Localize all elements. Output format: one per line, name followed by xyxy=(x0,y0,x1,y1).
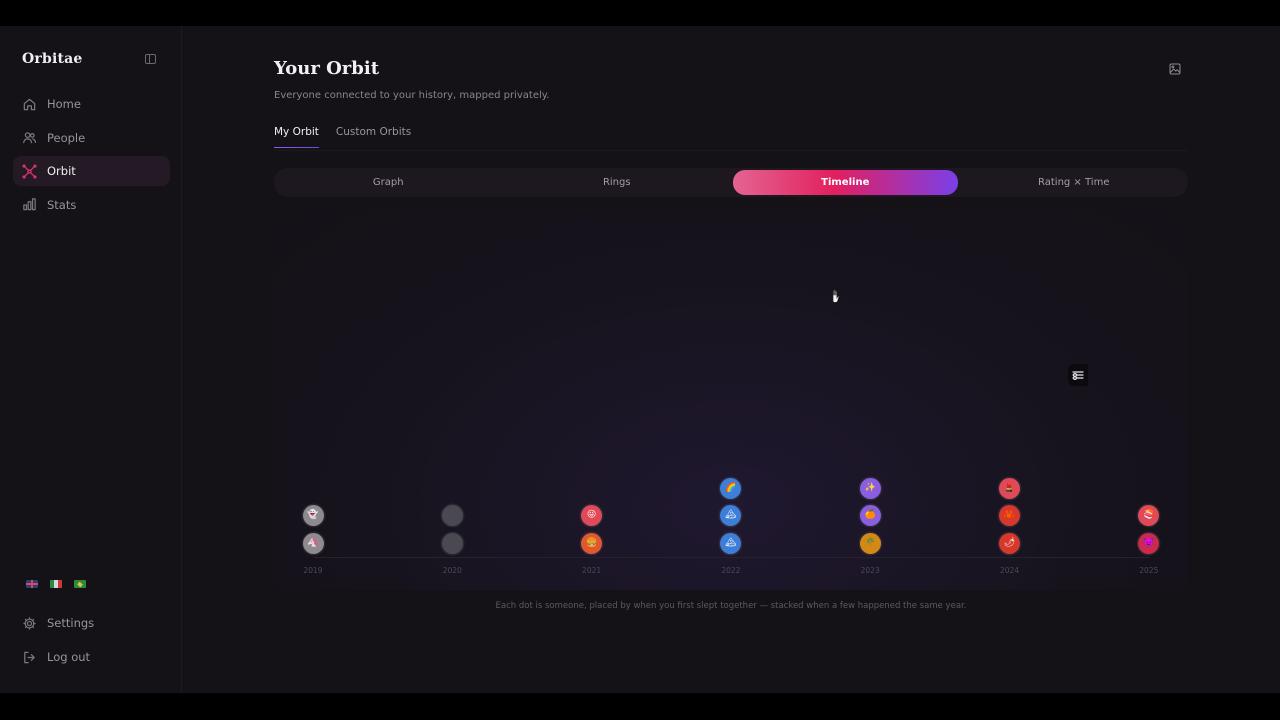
year-label: 2019 xyxy=(303,566,323,575)
year-label: 2022 xyxy=(721,566,741,575)
year-label: 2020 xyxy=(442,566,462,575)
page-subtitle: Everyone connected to your history, mapp… xyxy=(274,90,550,101)
timeline-dot[interactable]: 🌶 xyxy=(999,532,1020,554)
flag-it-icon[interactable] xyxy=(50,580,62,588)
brand-logo: Orbitae xyxy=(22,51,83,67)
timeline-dot[interactable]: 🍔 xyxy=(581,532,603,554)
sidebar-collapse-icon[interactable] xyxy=(145,54,156,64)
language-switcher xyxy=(26,580,86,588)
filter-panel-toggle[interactable] xyxy=(1068,364,1088,386)
timeline-chart[interactable]: 🦄 👻 2019 2020 🍔 😜 2021 🏔 🏔 🌈 2022 🌴 🍊 ✨ 2023 🌶 🦀 💄 2024 👿 🍣 2… xyxy=(274,210,1188,590)
year-label: 2021 xyxy=(582,566,602,575)
logout-icon xyxy=(24,651,35,663)
timeline-dot[interactable]: 🏔 xyxy=(720,532,742,554)
main-content: Your Orbit Everyone connected to your hi… xyxy=(182,26,1280,693)
view-rating-time-button[interactable]: Rating × Time xyxy=(962,170,1187,195)
sidebar-item-settings[interactable]: Settings xyxy=(13,608,170,638)
stats-icon xyxy=(23,198,36,211)
sidebar-item-home[interactable]: Home xyxy=(13,89,170,119)
timeline-dot[interactable]: 🦄 xyxy=(302,532,324,554)
hand-cursor-icon xyxy=(832,289,840,303)
gear-icon xyxy=(23,616,36,630)
sidebar-item-stats[interactable]: Stats xyxy=(13,190,170,220)
top-letterbox xyxy=(0,0,1280,26)
timeline-dot[interactable]: 🏔 xyxy=(720,505,742,526)
app-window: Orbitae Home People Orbit Stats Settings… xyxy=(0,26,1280,693)
flag-br-icon[interactable] xyxy=(74,580,86,588)
sidebar-nav: Home People Orbit Stats xyxy=(13,89,170,223)
image-export-icon[interactable] xyxy=(1169,63,1181,75)
sidebar-item-label: Stats xyxy=(47,197,77,212)
year-label: 2025 xyxy=(1139,566,1159,575)
page-title: Your Orbit xyxy=(274,58,380,79)
orbit-icon xyxy=(22,164,37,179)
home-icon xyxy=(23,98,36,110)
view-graph-button[interactable]: Graph xyxy=(276,170,501,195)
timeline-dot[interactable]: 😜 xyxy=(581,505,603,526)
timeline-dot[interactable]: 🌈 xyxy=(720,477,742,499)
year-label: 2024 xyxy=(999,566,1020,575)
timeline-dot[interactable]: 🦀 xyxy=(999,505,1020,526)
sliders-icon xyxy=(1072,371,1084,380)
sidebar-item-label: Orbit xyxy=(47,164,76,179)
sidebar-item-orbit[interactable]: Orbit xyxy=(13,156,170,187)
orbit-tabs: My Orbit Custom Orbits xyxy=(274,126,411,148)
sidebar: Orbitae Home People Orbit Stats Settings… xyxy=(0,26,182,693)
bottom-letterbox xyxy=(0,693,1280,720)
timeline-dot[interactable]: 🍣 xyxy=(1138,505,1160,526)
sidebar-item-people[interactable]: People xyxy=(13,123,170,153)
sidebar-item-label: Settings xyxy=(47,616,95,630)
view-switcher: Graph Rings Timeline Rating × Time xyxy=(274,168,1188,197)
timeline-dot[interactable]: 👿 xyxy=(1138,532,1160,554)
tabs-divider xyxy=(274,150,1188,151)
flag-en-icon[interactable] xyxy=(26,580,38,588)
timeline-dot[interactable] xyxy=(441,532,463,554)
timeline-dot[interactable]: ✨ xyxy=(859,477,881,499)
sidebar-item-label: Log out xyxy=(47,650,91,664)
timeline-dot[interactable]: 💄 xyxy=(999,477,1020,499)
timeline-dot[interactable]: 👻 xyxy=(302,505,324,526)
people-icon xyxy=(23,132,37,144)
view-timeline-button[interactable]: Timeline xyxy=(733,170,958,195)
sidebar-item-logout[interactable]: Log out xyxy=(13,642,170,672)
tab-custom-orbits[interactable]: Custom Orbits xyxy=(336,126,411,148)
tab-my-orbit[interactable]: My Orbit xyxy=(274,126,319,148)
sidebar-bottom-nav: Settings Log out xyxy=(13,608,170,676)
year-label: 2023 xyxy=(860,566,880,575)
view-rings-button[interactable]: Rings xyxy=(505,170,730,195)
timeline-dot[interactable]: 🍊 xyxy=(859,505,881,526)
timeline-caption: Each dot is someone, placed by when you … xyxy=(495,601,967,611)
timeline-dot[interactable] xyxy=(441,505,463,526)
timeline-dot[interactable]: 🌴 xyxy=(859,532,881,554)
sidebar-item-label: Home xyxy=(47,97,81,111)
timeline-baseline xyxy=(314,557,1150,558)
sidebar-item-label: People xyxy=(47,130,86,145)
